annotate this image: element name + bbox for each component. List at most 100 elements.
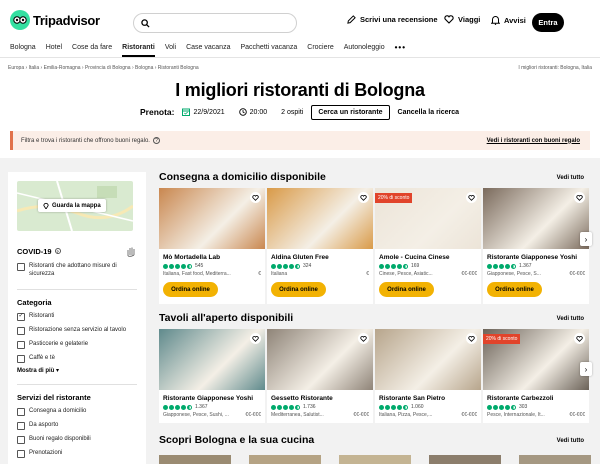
save-heart-button[interactable]: [574, 192, 585, 203]
category-restaurants-checkbox[interactable]: ✓ Ristoranti: [17, 312, 137, 321]
login-button[interactable]: Entra: [532, 13, 564, 32]
checkbox-checked[interactable]: ✓: [17, 312, 25, 321]
order-online-button[interactable]: Ordina online: [379, 282, 434, 297]
restaurant-name[interactable]: Gessetto Ristorante: [271, 395, 369, 402]
nav-item-vacation-rentals[interactable]: Case vacanza: [186, 44, 230, 57]
service-gift-cards-checkbox[interactable]: Buoni regalo disponibili: [17, 435, 137, 444]
see-all-discover-link[interactable]: Vedi tutto: [557, 438, 584, 444]
date-picker[interactable]: 22/9/2021: [182, 108, 225, 116]
checkbox[interactable]: [17, 326, 25, 335]
nav-item-things-to-do[interactable]: Cose da fare: [72, 44, 112, 57]
tripadvisor-logo[interactable]: Tripadvisor: [10, 10, 100, 30]
show-more-link[interactable]: Mostra di più ▾: [17, 367, 137, 374]
more-menu-button[interactable]: •••: [395, 43, 406, 57]
nav-item-bologna[interactable]: Bologna: [10, 44, 36, 57]
restaurant-card[interactable]: Ristorante Giapponese Yoshi 1.367 Giappone…: [483, 188, 589, 304]
review-count[interactable]: 169: [411, 263, 419, 269]
trips-button[interactable]: Viaggi: [444, 15, 480, 24]
review-count[interactable]: 1.736: [303, 404, 316, 410]
restaurant-card[interactable]: Ristorante San Pietro 1.060 Italiana, Pizz…: [375, 329, 481, 423]
restaurant-photo[interactable]: [159, 188, 265, 249]
nav-item-hotel[interactable]: Hotel: [46, 44, 62, 57]
see-all-outdoor-link[interactable]: Vedi tutto: [557, 316, 584, 322]
alerts-button[interactable]: Avvisi: [491, 15, 526, 25]
checkbox[interactable]: [17, 435, 25, 444]
breadcrumb[interactable]: Europa › Italia › Emilia-Romagna › Provi…: [8, 65, 199, 71]
time-picker[interactable]: 20:00: [238, 108, 267, 116]
search-input[interactable]: [133, 13, 297, 33]
restaurant-photo[interactable]: [375, 329, 481, 390]
review-count[interactable]: 545: [195, 263, 203, 269]
see-all-delivery-link[interactable]: Vedi tutto: [557, 175, 584, 181]
search-restaurant-button[interactable]: Cerca un ristorante: [311, 104, 390, 120]
restaurant-name[interactable]: Mò Mortadella Lab: [163, 254, 261, 261]
restaurant-card[interactable]: 20% di sconto Ristorante Carbezzoli 303 Pes…: [483, 329, 589, 423]
checkbox[interactable]: [17, 407, 25, 416]
save-heart-button[interactable]: [466, 192, 477, 203]
order-online-button[interactable]: Ordina online: [271, 282, 326, 297]
checkbox[interactable]: [17, 354, 25, 363]
restaurant-card[interactable]: Aldina Gluten Free 324 Italiana € Ordina onl…: [267, 188, 373, 304]
review-count[interactable]: 1.367: [519, 263, 532, 269]
nav-item-restaurants[interactable]: Ristoranti: [122, 44, 155, 57]
restaurant-name[interactable]: Aldina Gluten Free: [271, 254, 369, 261]
discover-image[interactable]: [159, 455, 231, 464]
restaurant-photo[interactable]: [267, 329, 373, 390]
restaurant-photo[interactable]: 20% di sconto: [483, 329, 589, 390]
covid-filter-checkbox[interactable]: Ristoranti che adottano misure di sicure…: [17, 263, 137, 279]
review-count[interactable]: 324: [303, 263, 311, 269]
restaurant-card[interactable]: Mò Mortadella Lab 545 Italiana, Fast food,…: [159, 188, 265, 304]
service-reservations-checkbox[interactable]: Prenotazioni: [17, 449, 137, 458]
restaurant-photo[interactable]: 20% di sconto: [375, 188, 481, 249]
save-heart-button[interactable]: [574, 333, 585, 344]
checkbox[interactable]: [17, 263, 25, 271]
discover-image[interactable]: [249, 455, 321, 464]
restaurant-name[interactable]: Amole - Cucina Cinese: [379, 254, 477, 261]
save-heart-button[interactable]: [250, 192, 261, 203]
order-online-button[interactable]: Ordina online: [163, 282, 218, 297]
view-map-button[interactable]: Guarda la mappa: [38, 199, 106, 212]
discover-image[interactable]: [429, 455, 501, 464]
restaurant-photo[interactable]: [483, 188, 589, 249]
info-icon[interactable]: ?: [152, 137, 160, 144]
save-heart-button[interactable]: [466, 333, 477, 344]
checkbox[interactable]: [17, 340, 25, 349]
review-count[interactable]: 303: [519, 404, 527, 410]
restaurant-card[interactable]: 20% di sconto Amole - Cucina Cinese 169 Cin…: [375, 188, 481, 304]
restaurant-card[interactable]: Gessetto Ristorante 1.736 Mediterranea, Sa…: [267, 329, 373, 423]
category-coffee-checkbox[interactable]: Caffè e tè: [17, 354, 137, 363]
write-review-button[interactable]: Scrivi una recensione: [347, 15, 438, 24]
service-takeout-checkbox[interactable]: Da asporto: [17, 421, 137, 430]
save-heart-button[interactable]: [358, 192, 369, 203]
restaurant-photo[interactable]: [267, 188, 373, 249]
restaurant-photo[interactable]: [159, 329, 265, 390]
restaurant-name[interactable]: Ristorante Giapponese Yoshi: [487, 254, 585, 261]
restaurant-name[interactable]: Ristorante Carbezzoli: [487, 395, 585, 402]
nav-item-car-rental[interactable]: Autonoleggio: [344, 44, 385, 57]
nav-item-cruises[interactable]: Crociere: [307, 44, 333, 57]
review-count[interactable]: 1.060: [411, 404, 424, 410]
service-delivery-checkbox[interactable]: Consegna a domicilio: [17, 407, 137, 416]
restaurant-name[interactable]: Ristorante San Pietro: [379, 395, 477, 402]
checkbox[interactable]: [17, 449, 25, 458]
category-desserts-checkbox[interactable]: Pasticcerie e gelaterie: [17, 340, 137, 349]
restaurant-card[interactable]: Ristorante Giapponese Yoshi 1.367 Giappone…: [159, 329, 265, 423]
save-heart-button[interactable]: [250, 333, 261, 344]
checkbox[interactable]: [17, 421, 25, 430]
discover-image[interactable]: [339, 455, 411, 464]
map-preview[interactable]: Guarda la mappa: [17, 181, 133, 231]
category-quick-bites-checkbox[interactable]: Ristorazione senza servizio al tavolo: [17, 326, 137, 335]
gift-card-link[interactable]: Vedi i ristoranti con buoni regalo: [487, 138, 580, 144]
nav-item-flights[interactable]: Voli: [165, 44, 176, 57]
restaurant-name[interactable]: Ristorante Giapponese Yoshi: [163, 395, 261, 402]
save-heart-button[interactable]: [358, 333, 369, 344]
order-online-button[interactable]: Ordina online: [487, 282, 542, 297]
nav-item-packages[interactable]: Pacchetti vacanza: [240, 44, 297, 57]
discover-image[interactable]: [519, 455, 591, 464]
guests-picker[interactable]: 2 ospiti: [281, 109, 303, 116]
review-count[interactable]: 1.367: [195, 404, 208, 410]
info-icon[interactable]: ?: [54, 248, 61, 254]
carousel-next-button[interactable]: ›: [580, 232, 592, 246]
carousel-next-button[interactable]: ›: [580, 362, 592, 376]
cancel-search-link[interactable]: Cancella la ricerca: [398, 109, 460, 116]
